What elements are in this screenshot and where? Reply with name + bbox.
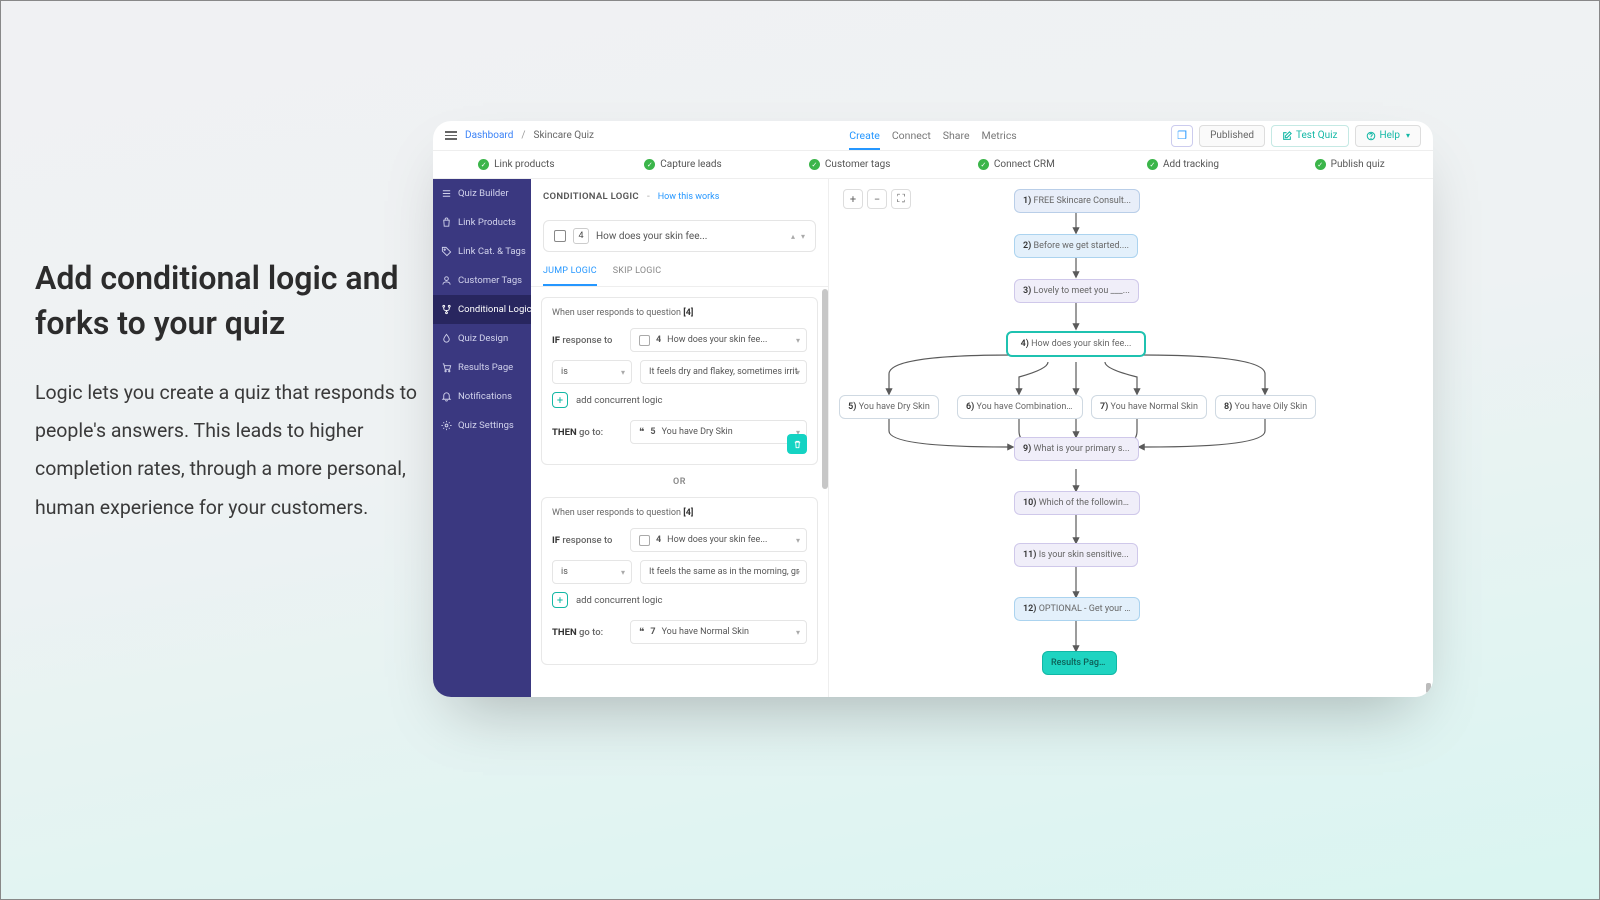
drop-icon	[441, 333, 452, 344]
breadcrumb-dashboard[interactable]: Dashboard	[465, 130, 513, 141]
list-icon	[441, 188, 452, 199]
step-customer-tags[interactable]: ✓Customer tags	[766, 159, 933, 170]
if-response-select[interactable]: 4 How does your skin fee...	[630, 328, 807, 352]
sidebar-item-quiz-design[interactable]: Quiz Design	[433, 324, 531, 353]
question-number-badge: 4	[573, 228, 589, 244]
flow-node-1[interactable]: 1) FREE Skincare Consult...	[1014, 189, 1140, 213]
then-goto-select[interactable]: ❝ 5 You have Dry Skin	[630, 420, 807, 444]
sidebar-item-link-cat-tags[interactable]: Link Cat. & Tags	[433, 237, 531, 266]
sidebar-item-conditional-logic[interactable]: Conditional Logic	[433, 295, 531, 324]
question-type-icon	[639, 335, 650, 346]
help-button[interactable]: Help	[1355, 125, 1422, 147]
flow-node-11[interactable]: 11) Is your skin sensitive...	[1014, 543, 1138, 567]
flow-node-results[interactable]: Results Page 1	[1042, 651, 1117, 675]
add-concurrent-button[interactable]: + add concurrent logic	[552, 392, 807, 408]
question-type-icon	[554, 230, 566, 242]
menu-icon[interactable]	[445, 131, 457, 140]
step-link-products[interactable]: ✓Link products	[433, 159, 600, 170]
check-icon: ✓	[478, 159, 489, 170]
flow-node-10[interactable]: 10) Which of the following...	[1014, 491, 1140, 515]
tab-skip-logic[interactable]: SKIP LOGIC	[613, 266, 662, 286]
logic-panel: CONDITIONAL LOGIC - How this works 4 How…	[531, 179, 829, 697]
is-select[interactable]: is	[552, 560, 632, 584]
app-window: Dashboard / Skincare Quiz Create Connect…	[433, 121, 1433, 697]
question-type-icon	[639, 535, 650, 546]
rule-card: When user responds to question [4] IF re…	[541, 297, 818, 465]
is-select[interactable]: is	[552, 360, 632, 384]
check-icon: ✓	[809, 159, 820, 170]
cart-icon	[441, 362, 452, 373]
check-icon: ✓	[644, 159, 655, 170]
scrollbar-thumb[interactable]	[822, 289, 828, 489]
value-select[interactable]: It feels the same as in the morning, gr	[640, 560, 807, 584]
delete-rule-button[interactable]	[787, 434, 807, 454]
sidebar-item-quiz-settings[interactable]: Quiz Settings	[433, 411, 531, 440]
hero-body: Logic lets you create a quiz that respon…	[35, 374, 435, 528]
sidebar-item-results-page[interactable]: Results Page	[433, 353, 531, 382]
plus-icon: +	[552, 592, 568, 608]
duplicate-icon[interactable]: ❐	[1171, 125, 1193, 147]
nav-share[interactable]: Share	[943, 129, 970, 142]
published-button[interactable]: Published	[1199, 125, 1265, 147]
steps-bar: ✓Link products ✓Capture leads ✓Customer …	[433, 151, 1433, 179]
flow-node-4[interactable]: 4) How does your skin fee...	[1006, 331, 1146, 357]
flow-node-8[interactable]: 8) You have Oily Skin	[1215, 395, 1316, 419]
bell-icon	[441, 391, 452, 402]
breadcrumb-sep: /	[521, 130, 525, 141]
chevron-up-icon[interactable]: ▴	[791, 232, 795, 241]
check-icon: ✓	[1147, 159, 1158, 170]
sidebar-item-link-products[interactable]: Link Products	[433, 208, 531, 237]
plus-icon: +	[552, 392, 568, 408]
question-select-text: How does your skin fee...	[596, 231, 707, 242]
flow-canvas[interactable]: + − ⛶	[829, 179, 1433, 697]
panel-title: CONDITIONAL LOGIC	[543, 191, 639, 202]
step-publish-quiz[interactable]: ✓Publish quiz	[1266, 159, 1433, 170]
sidebar: Quiz Builder Link Products Link Cat. & T…	[433, 179, 531, 697]
nav-connect[interactable]: Connect	[892, 129, 931, 142]
step-connect-crm[interactable]: ✓Connect CRM	[933, 159, 1100, 170]
nav-metrics[interactable]: Metrics	[982, 129, 1017, 142]
step-capture-leads[interactable]: ✓Capture leads	[600, 159, 767, 170]
flow-node-9[interactable]: 9) What is your primary s...	[1014, 437, 1139, 461]
if-response-select[interactable]: 4 How does your skin fee...	[630, 528, 807, 552]
step-add-tracking[interactable]: ✓Add tracking	[1100, 159, 1267, 170]
flow-node-7[interactable]: 7) You have Normal Skin	[1091, 395, 1207, 419]
nav-create[interactable]: Create	[849, 129, 880, 142]
or-divider: OR	[541, 477, 818, 487]
breadcrumb-current: Skincare Quiz	[534, 130, 595, 141]
user-icon	[441, 275, 452, 286]
gear-icon	[441, 420, 452, 431]
flow-node-5[interactable]: 5) You have Dry Skin	[839, 395, 939, 419]
quote-icon: ❝	[639, 627, 644, 638]
topbar: Dashboard / Skincare Quiz Create Connect…	[433, 121, 1433, 151]
logic-tabs: JUMP LOGIC SKIP LOGIC	[531, 252, 828, 287]
quote-icon: ❝	[639, 427, 644, 438]
fork-icon	[441, 304, 452, 315]
question-select[interactable]: 4 How does your skin fee... ▴ ▾	[543, 220, 816, 252]
bag-icon	[441, 217, 452, 228]
tag-icon	[441, 246, 452, 257]
check-icon: ✓	[1315, 159, 1326, 170]
flow-node-3[interactable]: 3) Lovely to meet you ___...	[1014, 279, 1139, 303]
test-quiz-button[interactable]: Test Quiz	[1271, 125, 1348, 147]
check-icon: ✓	[978, 159, 989, 170]
sidebar-item-notifications[interactable]: Notifications	[433, 382, 531, 411]
mini-scrollbar[interactable]	[1426, 683, 1431, 693]
tab-jump-logic[interactable]: JUMP LOGIC	[543, 266, 597, 286]
sidebar-item-customer-tags[interactable]: Customer Tags	[433, 266, 531, 295]
then-goto-select[interactable]: ❝ 7 You have Normal Skin	[630, 620, 807, 644]
add-concurrent-button[interactable]: + add concurrent logic	[552, 592, 807, 608]
flow-node-12[interactable]: 12) OPTIONAL - Get your re...	[1014, 597, 1140, 621]
flow-node-6[interactable]: 6) You have Combination-T...	[957, 395, 1083, 419]
how-this-works-link[interactable]: How this works	[658, 192, 720, 202]
value-select[interactable]: It feels dry and flakey, sometimes irrit	[640, 360, 807, 384]
flow-node-2[interactable]: 2) Before we get started....	[1014, 234, 1138, 258]
chevron-down-icon[interactable]: ▾	[801, 232, 805, 241]
rule-card: When user responds to question [4] IF re…	[541, 497, 818, 665]
sidebar-item-quiz-builder[interactable]: Quiz Builder	[433, 179, 531, 208]
hero-heading: Add conditional logic and forks to your …	[35, 256, 435, 346]
